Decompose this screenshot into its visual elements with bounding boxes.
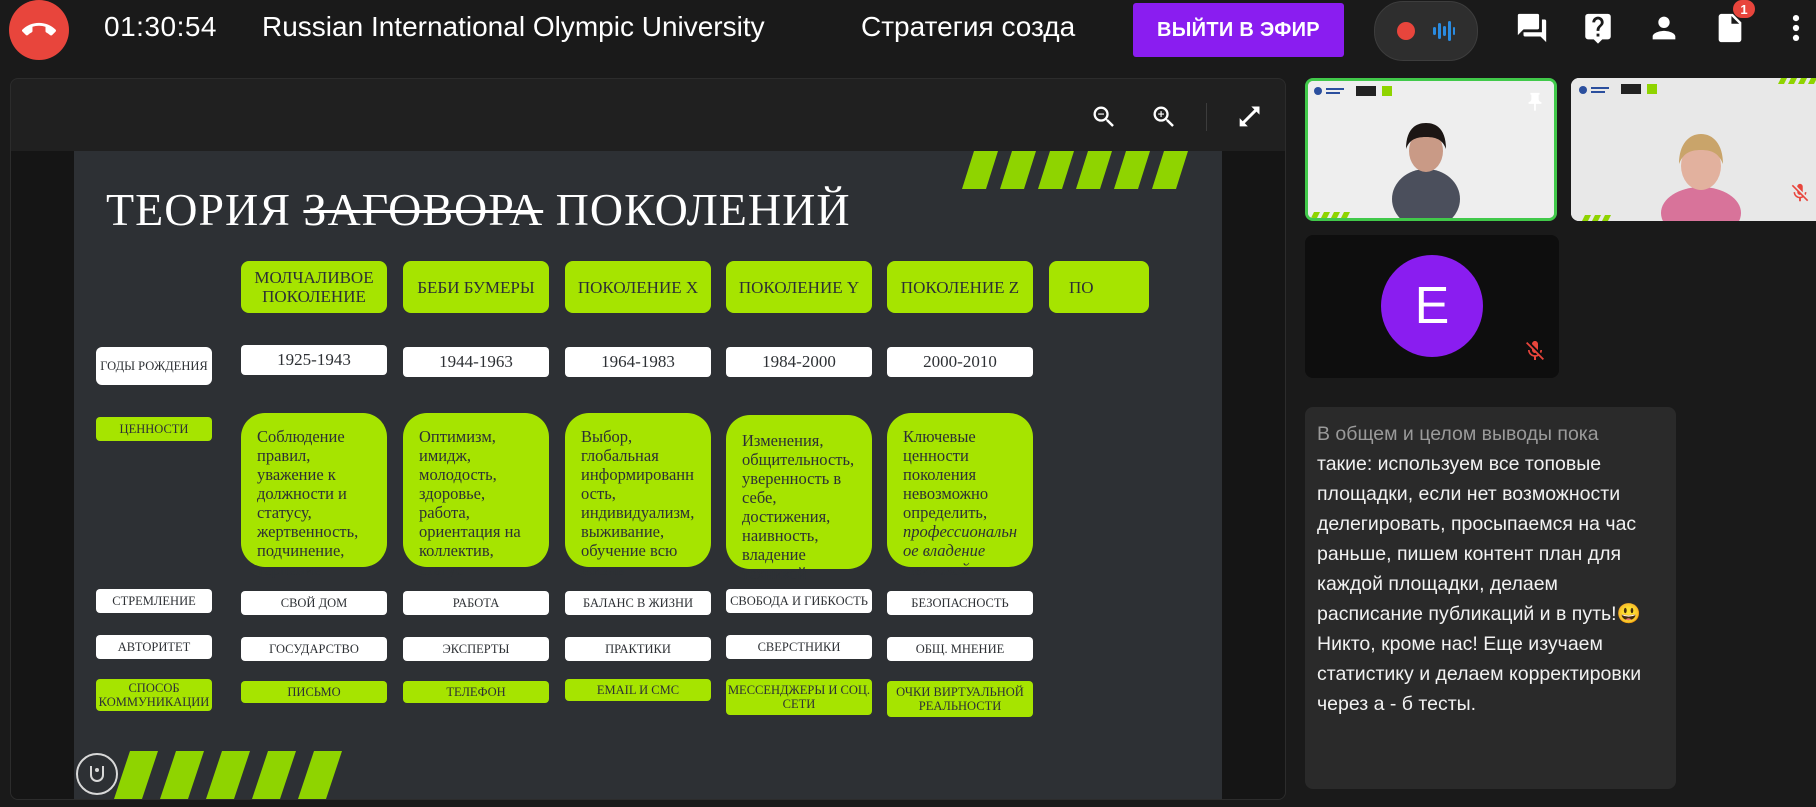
slide-title-part-1: ТЕОРИЯ — [106, 184, 291, 235]
slide-title-part-2: ПОКОЛЕНИЙ — [555, 184, 851, 235]
row-label-values: ЦЕННОСТИ — [96, 417, 212, 441]
birth-years-cell: 1964-1983 — [565, 347, 711, 377]
recording-indicator[interactable] — [1374, 1, 1478, 61]
slide-letterbox-right — [1222, 151, 1285, 799]
birth-years-cell: 1984-2000 — [726, 347, 872, 377]
room-title: Russian International Olympic University — [262, 11, 765, 42]
authority-cell: ПРАКТИКИ — [565, 637, 711, 661]
record-dot-icon — [1397, 22, 1415, 40]
values-bubble: Соблюдение правил, уважение к должности … — [241, 413, 387, 579]
audio-wave-icon — [1433, 21, 1455, 41]
values-bubble: Выбор, глобальная информированн ость, ин… — [565, 413, 711, 579]
slide-title: ТЕОРИЯ ЗАГОВОРА ПОКОЛЕНИЙ — [106, 183, 851, 236]
toolbar-divider — [1206, 103, 1207, 131]
header-generation-y: ПОКОЛЕНИЕ Y — [726, 261, 872, 313]
chat-message-text: такие: используем все топовые площадки, … — [1317, 453, 1642, 715]
chat-message-faded-line: В общем и целом выводы пока — [1317, 423, 1599, 445]
header-next-generation: ПО — [1049, 261, 1149, 313]
slide-title-struck: ЗАГОВОРА — [303, 184, 544, 235]
aspiration-cell: БАЛАНС В ЖИЗНИ — [565, 591, 711, 615]
header-generation-x: ПОКОЛЕНИЕ X — [565, 261, 711, 313]
slide-letterbox-left — [11, 151, 74, 799]
authority-cell: ОБЩ. МНЕНИЕ — [887, 637, 1033, 661]
values-bubble-z: Ключевые ценности поколения невозможно о… — [887, 413, 1033, 579]
pin-icon[interactable] — [1524, 91, 1546, 113]
top-bar: 01:30:54 Russian International Olympic U… — [0, 0, 1816, 62]
communication-cell: ОЧКИ ВИРТУАЛЬНОЙ РЕАЛЬНОСТИ — [887, 681, 1033, 717]
values-bubble: Изменения, общительность, уверенность в … — [726, 415, 872, 583]
help-icon[interactable] — [1578, 8, 1618, 48]
header-baby-boomers: БЕБИ БУМЕРЫ — [403, 261, 549, 313]
aspiration-cell: СВОЙ ДОМ — [241, 591, 387, 615]
authority-cell: ГОСУДАРСТВО — [241, 637, 387, 661]
participant-video-1 — [1308, 81, 1554, 218]
values-z-italic: профессиональн ое владение техникой — [903, 522, 1018, 579]
participant-tile-active[interactable] — [1305, 78, 1557, 221]
presentation-slide: ТЕОРИЯ ЗАГОВОРА ПОКОЛЕНИЙ МОЛЧАЛИВОЕ ПОК… — [74, 151, 1222, 799]
participant-tile[interactable]: E — [1305, 235, 1559, 378]
birth-years-cell: 2000-2010 — [887, 347, 1033, 377]
participant-avatar: E — [1381, 255, 1483, 357]
zoom-in-icon[interactable] — [1146, 99, 1182, 135]
call-timer: 01:30:54 — [104, 11, 217, 42]
communication-cell: EMAIL И СМС — [565, 679, 711, 701]
fullscreen-icon[interactable] — [1231, 99, 1267, 135]
zoom-out-icon[interactable] — [1086, 99, 1122, 135]
communication-cell: ТЕЛЕФОН — [403, 681, 549, 703]
authority-cell: СВЕРСТНИКИ — [726, 635, 872, 659]
aspiration-cell: РАБОТА — [403, 591, 549, 615]
values-z-text: Ключевые ценности поколения невозможно о… — [903, 427, 989, 522]
decor-stripes-bottom — [114, 751, 342, 799]
chat-message: В общем и целом выводы пока такие: испол… — [1305, 407, 1676, 789]
authority-cell: ЭКСПЕРТЫ — [403, 637, 549, 661]
participants-icon[interactable] — [1644, 8, 1684, 48]
go-live-button[interactable]: ВЫЙТИ В ЭФИР — [1133, 3, 1344, 57]
chat-icon[interactable] — [1512, 8, 1552, 48]
university-seal-logo — [76, 753, 118, 795]
aspiration-cell: СВОБОДА И ГИБКОСТЬ — [726, 589, 872, 613]
birth-years-cell: 1925-1943 — [241, 345, 387, 375]
participant-tile[interactable] — [1571, 78, 1816, 221]
birth-years-cell: 1944-1963 — [403, 347, 549, 377]
row-label-birth-years: ГОДЫ РОЖДЕНИЯ — [96, 347, 212, 385]
participant-video-2 — [1571, 78, 1816, 221]
presentation-panel: ТЕОРИЯ ЗАГОВОРА ПОКОЛЕНИЙ МОЛЧАЛИВОЕ ПОК… — [10, 78, 1286, 800]
values-bubble: Оптимизм, имидж, молодость, здоровье, ра… — [403, 413, 549, 579]
row-label-communication: СПОСОБ КОММУНИКАЦИИ — [96, 679, 212, 711]
hang-up-icon — [22, 22, 56, 36]
header-generation-z: ПОКОЛЕНИЕ Z — [887, 261, 1033, 313]
end-call-button[interactable] — [9, 0, 69, 60]
more-options-icon[interactable] — [1776, 8, 1816, 48]
muted-mic-icon — [1526, 341, 1544, 360]
row-label-authority: АВТОРИТЕТ — [96, 635, 212, 659]
row-label-aspiration: СТРЕМЛЕНИЕ — [96, 589, 212, 613]
header-silent-generation: МОЛЧАЛИВОЕ ПОКОЛЕНИЕ — [241, 261, 387, 313]
muted-mic-icon — [1791, 183, 1809, 202]
room-subtitle: Стратегия созда — [861, 11, 1076, 42]
notification-badge: 1 — [1733, 0, 1755, 18]
decor-stripes-top — [962, 151, 1188, 189]
communication-cell: ПИСЬМО — [241, 681, 387, 703]
communication-cell: МЕССЕНДЖЕРЫ И СОЦ. СЕТИ — [726, 679, 872, 715]
aspiration-cell: БЕЗОПАСНОСТЬ — [887, 591, 1033, 615]
